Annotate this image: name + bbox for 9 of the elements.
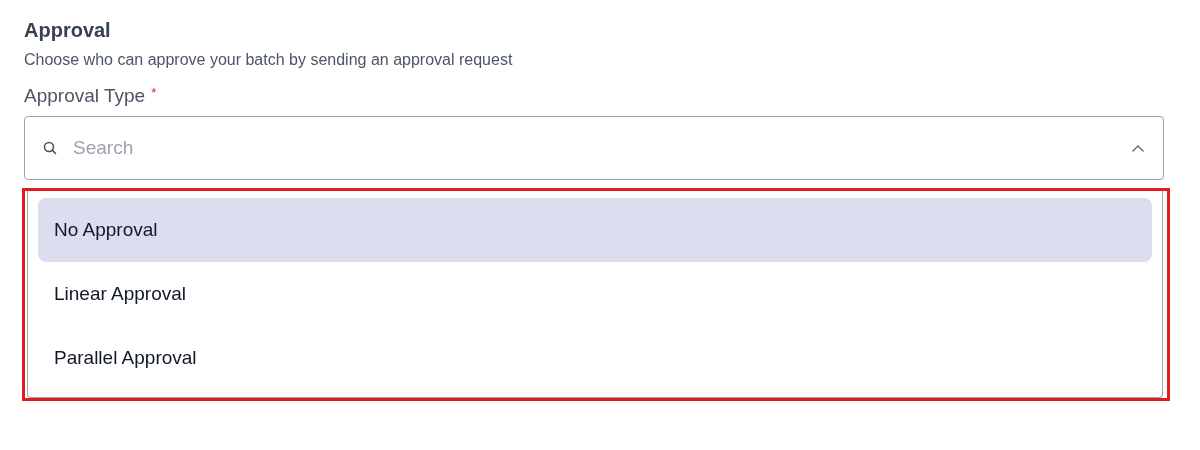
field-label: Approval Type [24,84,146,108]
section-title: Approval [24,18,112,43]
search-icon [43,141,57,155]
dropdown-field[interactable]: Search [24,116,1164,180]
chevron-icon[interactable] [1131,143,1145,153]
search-input[interactable]: Search [71,136,1131,160]
dropdown-option[interactable]: No Approval [38,198,1152,262]
section-description: Choose who can approve your batch by sending an approval request [24,50,514,70]
required-mark: * [151,84,157,102]
